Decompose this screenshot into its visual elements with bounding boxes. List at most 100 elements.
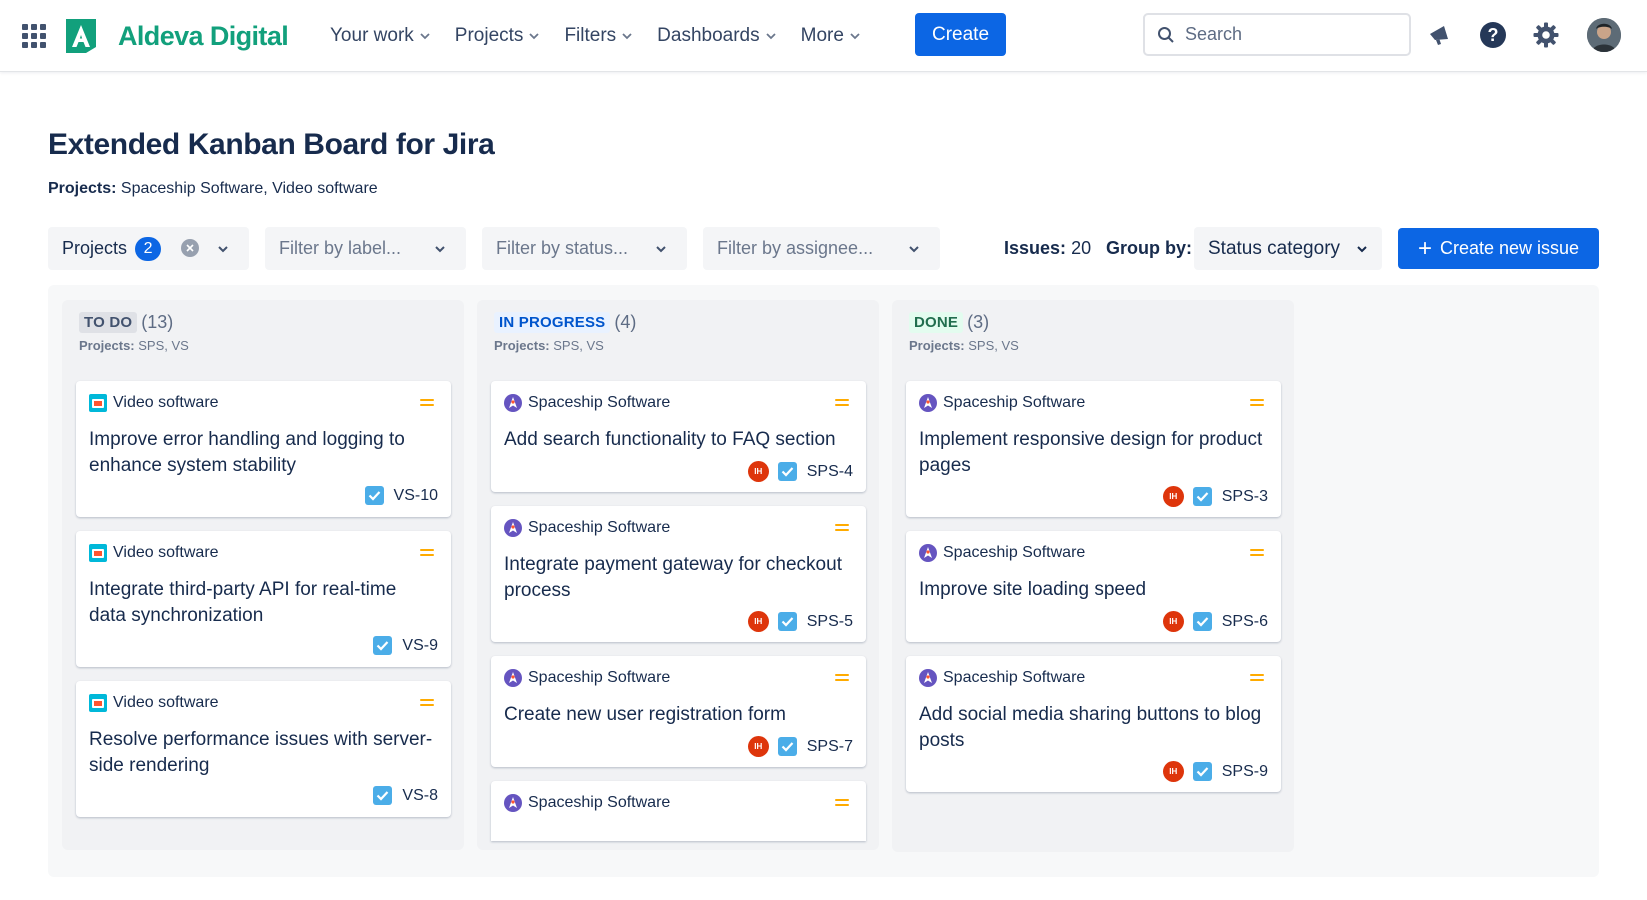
card-footer: IH SPS-6 [1162,611,1268,632]
assignee-avatar[interactable]: IH [747,461,769,482]
apps-grid-icon[interactable] [22,24,46,48]
spaceship-project-icon [504,519,522,537]
issue-card[interactable]: Spaceship Software Create new user regis… [491,656,866,767]
issue-card[interactable]: Spaceship Software Improve site loading … [906,531,1281,642]
page-title: Extended Kanban Board for Jira [48,128,495,161]
issue-key[interactable]: SPS-4 [807,463,853,481]
spaceship-project-icon [919,669,937,687]
priority-medium-icon [835,399,849,406]
column-projects: Projects: SPS, VS [79,338,189,353]
search-box[interactable] [1143,13,1411,56]
create-new-issue-label: Create new issue [1439,238,1580,258]
column-projects-value: SPS, VS [553,338,604,353]
group-by-select[interactable]: Status category [1194,227,1382,270]
card-footer: VS-8 [373,786,438,805]
issue-key[interactable]: SPS-5 [807,613,853,631]
issue-card[interactable]: Spaceship Software [491,781,866,841]
brand-name: Aldeva Digital [118,20,289,51]
column-in-progress: IN PROGRESS (4) Projects: SPS, VS Spaces… [477,300,879,850]
card-project: Spaceship Software [504,794,670,812]
issue-key[interactable]: VS-8 [402,787,438,805]
issue-card[interactable]: Spaceship Software Integrate payment gat… [491,506,866,642]
issue-card[interactable]: Spaceship Software Implement responsive … [906,381,1281,517]
user-avatar[interactable] [1587,18,1621,52]
help-icon[interactable]: ? [1478,20,1508,50]
column-projects-label: Projects: [494,338,550,353]
spaceship-project-icon [504,669,522,687]
column-projects-value: SPS, VS [138,338,189,353]
card-project-name: Video software [113,544,219,561]
issue-card[interactable]: Video software Resolve performance issue… [76,681,451,817]
page-projects-label: Projects: [48,180,117,197]
chevron-down-icon [1357,246,1367,253]
card-title: Improve site loading speed [919,579,1147,600]
assignee-avatar[interactable]: IH [747,611,769,632]
issue-key[interactable]: SPS-6 [1222,613,1268,631]
assignee-filter[interactable]: Filter by assignee... [703,227,940,270]
issue-key[interactable]: SPS-7 [807,738,853,756]
task-checkbox-icon [777,612,797,631]
issue-key[interactable]: SPS-9 [1222,763,1268,781]
card-project-name: Spaceship Software [528,669,671,686]
status-filter-placeholder: Filter by status... [496,238,629,258]
card-title: Integrate payment gateway for checkout p… [504,554,842,601]
page-projects: Projects: Spaceship Software, Video soft… [48,180,378,198]
issue-card[interactable]: Spaceship Software Add social media shar… [906,656,1281,792]
task-checkbox-icon [1192,612,1212,631]
assignee-avatar[interactable]: IH [1162,611,1184,632]
assignee-filter-placeholder: Filter by assignee... [717,238,874,258]
gear-icon[interactable] [1531,20,1561,50]
spaceship-project-icon [504,394,522,412]
priority-medium-icon [420,399,434,406]
nav-more[interactable]: More [801,25,860,47]
card-project-name: Spaceship Software [528,394,671,411]
top-navigation: Aldeva Digital Your work Projects Filter… [0,0,1647,72]
task-checkbox-icon [364,486,384,505]
assignee-avatar[interactable]: IH [747,736,769,757]
nav-label: Dashboards [657,25,760,46]
search-input[interactable] [1185,24,1385,45]
brand-logo[interactable]: Aldeva Digital [62,16,289,56]
card-project-name: Video software [113,394,219,411]
priority-medium-icon [1250,399,1264,406]
task-checkbox-icon [1192,762,1212,781]
nav-your-work[interactable]: Your work [330,25,430,47]
card-footer: VS-9 [373,636,438,655]
issue-card[interactable]: Video software Integrate third-party API… [76,531,451,667]
issue-key[interactable]: VS-10 [394,487,438,505]
label-filter[interactable]: Filter by label... [265,227,466,270]
label-filter-placeholder: Filter by label... [279,238,402,258]
card-project-name: Video software [113,694,219,711]
assignee-avatar[interactable]: IH [1162,761,1184,782]
plus-icon: + [1417,234,1432,262]
chevron-down-icon [218,246,228,253]
issue-key[interactable]: VS-9 [402,637,438,655]
column-projects: Projects: SPS, VS [909,338,1019,353]
card-project-name: Spaceship Software [528,794,671,811]
create-new-issue-button[interactable]: + Create new issue [1398,228,1599,269]
issue-card[interactable]: Spaceship Software Add search functional… [491,381,866,492]
status-filter[interactable]: Filter by status... [482,227,687,270]
megaphone-icon[interactable] [1425,20,1455,50]
issue-key[interactable]: SPS-3 [1222,488,1268,506]
card-project-name: Spaceship Software [943,544,1086,561]
create-button[interactable]: Create [915,13,1006,56]
issue-card[interactable]: Video software Improve error handling an… [76,381,451,517]
nav-projects[interactable]: Projects [455,25,540,47]
nav-label: Projects [454,25,524,46]
card-project-name: Spaceship Software [528,519,671,536]
nav-filters[interactable]: Filters [564,25,632,47]
column-count: (4) [614,312,637,332]
nav-dashboards[interactable]: Dashboards [657,25,776,47]
column-projects-label: Projects: [909,338,965,353]
task-checkbox-icon [373,636,393,655]
projects-filter[interactable]: Projects 2 [48,227,249,270]
card-footer: IH SPS-9 [1162,761,1268,782]
card-project: Spaceship Software [504,519,670,537]
column-count: (13) [141,312,174,332]
assignee-avatar[interactable]: IH [1162,486,1184,507]
clear-icon[interactable] [181,239,199,257]
card-project-name: Spaceship Software [943,394,1086,411]
task-checkbox-icon [777,462,797,481]
chevron-down-icon [529,33,540,40]
